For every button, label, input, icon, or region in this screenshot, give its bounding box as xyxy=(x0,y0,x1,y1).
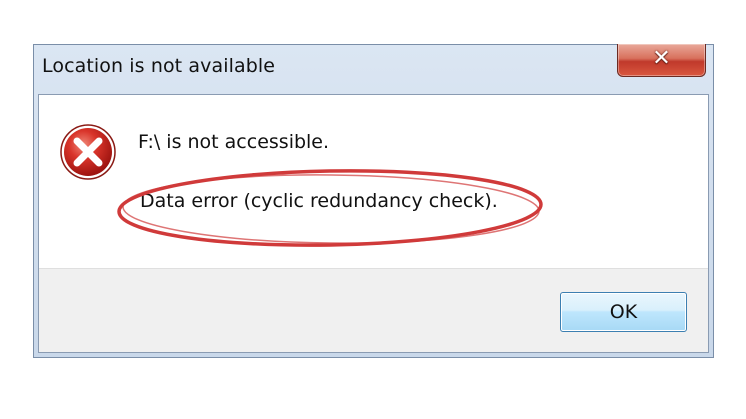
error-message: F:\ is not accessible. xyxy=(138,131,330,153)
message-area: F:\ is not accessible. Data error (cycli… xyxy=(39,95,708,268)
ok-button[interactable]: OK xyxy=(560,292,687,332)
dialog-title: Location is not available xyxy=(42,55,276,77)
close-icon: ✕ xyxy=(652,46,671,71)
dialog-body: F:\ is not accessible. Data error (cycli… xyxy=(38,94,709,353)
error-icon xyxy=(60,124,116,180)
error-detail: Data error (cyclic redundancy check). xyxy=(140,190,498,212)
dialog-window: Location is not available ✕ F:\ is not a… xyxy=(33,44,714,358)
close-button[interactable]: ✕ xyxy=(617,44,706,77)
